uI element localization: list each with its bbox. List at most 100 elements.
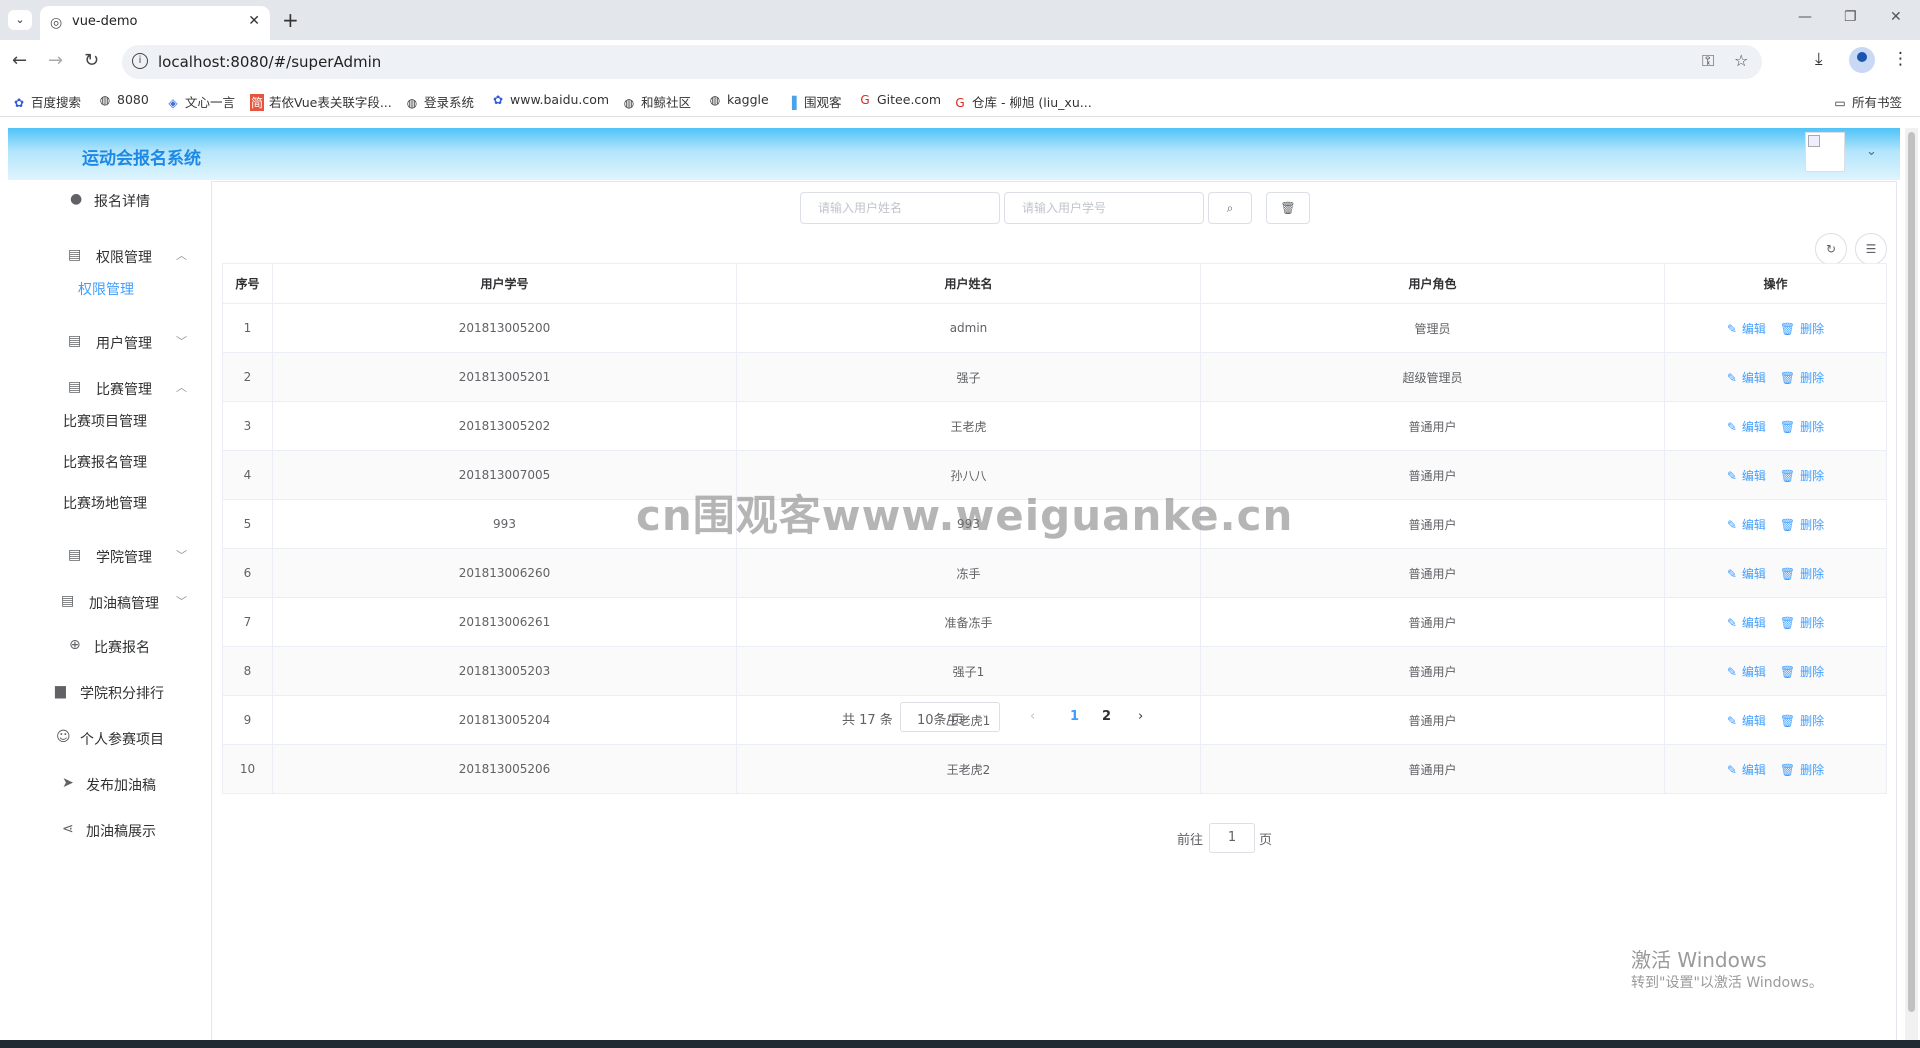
edit-button[interactable]: ✎ 编辑 xyxy=(1727,420,1766,434)
name-search-field[interactable] xyxy=(800,192,1000,224)
bookmark-item[interactable]: ✿ www.baidu.com xyxy=(491,92,609,107)
cell-index: 7 xyxy=(222,597,273,647)
minimize-icon[interactable]: — xyxy=(1798,9,1812,25)
chevron-up-icon: ︿ xyxy=(176,381,187,394)
delete-button[interactable]: 🗑 删除 xyxy=(1780,322,1824,336)
sidebar-item-my-events[interactable]: ☺ 个人参赛项目 xyxy=(8,718,208,758)
bookmark-item[interactable]: G Gitee.com xyxy=(858,92,941,107)
edit-button[interactable]: ✎ 编辑 xyxy=(1727,371,1766,385)
delete-button[interactable]: 🗑 删除 xyxy=(1780,371,1824,385)
page-scrollbar[interactable] xyxy=(1905,128,1918,1040)
cell-user-role: 超级管理员 xyxy=(1200,352,1665,402)
id-search-field[interactable] xyxy=(1004,192,1204,224)
trash-icon: 🗑 xyxy=(1779,517,1796,532)
refresh-button[interactable]: ↻ xyxy=(1815,233,1847,265)
bookmark-item[interactable]: ◍ kaggle xyxy=(708,92,769,107)
cell-user-role: 普通用户 xyxy=(1200,646,1665,696)
header-user-id[interactable]: 用户学号 xyxy=(272,263,737,304)
new-tab-button[interactable]: + xyxy=(282,8,299,32)
edit-button[interactable]: ✎ 编辑 xyxy=(1727,322,1766,336)
cell-index: 1 xyxy=(222,303,273,353)
reload-icon[interactable]: ↻ xyxy=(84,50,99,71)
bookmark-item[interactable]: ◈ 文心一言 xyxy=(166,92,235,111)
bookmark-item[interactable]: G 仓库 - 柳旭 (liu_xu... xyxy=(953,92,1091,111)
close-tab-icon[interactable]: ✕ xyxy=(248,13,260,29)
bookmark-item[interactable]: ◍ 登录系统 xyxy=(405,92,474,111)
delete-button[interactable]: 🗑 删除 xyxy=(1780,420,1824,434)
bookmark-item[interactable]: ▐ 围观客 xyxy=(785,92,841,111)
edit-button[interactable]: ✎ 编辑 xyxy=(1727,763,1766,777)
column-settings-button[interactable]: ☰ xyxy=(1855,233,1887,265)
bookmark-item[interactable]: ◍ 8080 xyxy=(98,92,149,107)
bookmark-item[interactable]: 简若依Vue表关联字段... xyxy=(250,92,392,111)
site-info-icon[interactable]: i xyxy=(132,53,148,69)
bookmark-item[interactable]: ◍ 和鲸社区 xyxy=(622,92,691,111)
edit-button[interactable]: ✎ 编辑 xyxy=(1727,518,1766,532)
sidebar-item-ranking[interactable]: ▆ 学院积分排行 xyxy=(8,672,208,712)
password-key-icon[interactable]: ⚿ xyxy=(1702,51,1714,71)
sidebar-item-post-cheer[interactable]: ➤ 发布加油稿 xyxy=(8,764,208,804)
sidebar-item-competitions[interactable]: ▤ 比赛管理 ︿ xyxy=(8,368,208,408)
edit-button[interactable]: ✎ 编辑 xyxy=(1727,665,1766,679)
all-bookmarks[interactable]: ▭ 所有书签 xyxy=(1833,92,1902,111)
trash-icon: 🗑 xyxy=(1779,664,1796,679)
profile-avatar[interactable] xyxy=(1849,47,1875,73)
clear-button[interactable]: 🗑 xyxy=(1266,192,1310,224)
bookmark-item[interactable]: ✿ 百度搜索 xyxy=(12,92,81,111)
goto-page-input[interactable]: 1 xyxy=(1209,823,1255,853)
delete-button[interactable]: 🗑 删除 xyxy=(1780,469,1824,483)
sidebar-sub-events[interactable]: 比赛项目管理 xyxy=(63,411,147,431)
cell-index: 10 xyxy=(222,744,273,794)
sidebar-item-cheer-show[interactable]: ⋖ 加油稿展示 xyxy=(8,810,208,850)
page-number[interactable]: 1 xyxy=(1070,709,1079,724)
clipboard-icon: ▤ xyxy=(68,333,82,349)
goto-label: 前往 xyxy=(1177,833,1204,848)
sidebar-item-signup[interactable]: ⊕ 比赛报名 xyxy=(8,626,208,666)
cell-index: 3 xyxy=(222,401,273,451)
sidebar-item-signup-details[interactable]: ● 报名详情 xyxy=(8,180,208,220)
edit-button[interactable]: ✎ 编辑 xyxy=(1727,567,1766,581)
header-user-role[interactable]: 用户角色 xyxy=(1200,263,1665,304)
download-icon[interactable]: ⤓ xyxy=(1815,49,1823,69)
forward-icon[interactable]: → xyxy=(48,50,63,71)
header-index[interactable]: 序号 xyxy=(222,263,273,304)
back-icon[interactable]: ← xyxy=(12,50,27,71)
star-icon[interactable]: ☆ xyxy=(1734,51,1748,70)
edit-button[interactable]: ✎ 编辑 xyxy=(1727,469,1766,483)
delete-button[interactable]: 🗑 删除 xyxy=(1780,518,1824,532)
cell-user-name: 王老虎 xyxy=(736,401,1201,451)
bar-chart-icon: ▆ xyxy=(55,683,66,699)
delete-button[interactable]: 🗑 删除 xyxy=(1780,616,1824,630)
sidebar-sub-registrations[interactable]: 比赛报名管理 xyxy=(63,452,147,472)
id-search-input[interactable] xyxy=(1020,193,1194,223)
cell-actions: ✎ 编辑 🗑 删除 xyxy=(1664,646,1887,696)
delete-button[interactable]: 🗑 删除 xyxy=(1780,763,1824,777)
delete-button[interactable]: 🗑 删除 xyxy=(1780,665,1824,679)
chevron-down-icon[interactable]: ⌄ xyxy=(1866,144,1877,159)
name-search-input[interactable] xyxy=(816,193,990,223)
sidebar-sub-permission[interactable]: 权限管理 xyxy=(78,279,134,299)
page-number[interactable]: 2 xyxy=(1102,709,1111,724)
browser-tab[interactable]: ◎ vue-demo ✕ xyxy=(40,6,270,40)
next-page-icon[interactable]: › xyxy=(1138,709,1143,724)
restore-icon[interactable]: ❐ xyxy=(1844,9,1857,25)
more-menu-icon[interactable]: ⋮ xyxy=(1892,49,1909,69)
header-user-name[interactable]: 用户姓名 xyxy=(736,263,1201,304)
sidebar-sub-venues[interactable]: 比赛场地管理 xyxy=(63,493,147,513)
sidebar-item-permission[interactable]: ▤ 权限管理 ︿ xyxy=(8,236,208,276)
search-button[interactable]: ⌕ xyxy=(1208,192,1252,224)
edit-button[interactable]: ✎ 编辑 xyxy=(1727,616,1766,630)
window-close-icon[interactable]: ✕ xyxy=(1890,9,1902,25)
sidebar-item-users[interactable]: ▤ 用户管理 ﹀ xyxy=(8,322,208,362)
page-size-select[interactable]: 10条/页 ⌄ xyxy=(900,702,1000,732)
delete-button[interactable]: 🗑 删除 xyxy=(1780,567,1824,581)
address-bar[interactable]: i localhost:8080/#/superAdmin ☆ ⚿ xyxy=(122,45,1762,79)
prev-page-icon[interactable]: ‹ xyxy=(1030,709,1035,724)
cell-user-name: 王老虎2 xyxy=(736,744,1201,794)
cell-actions: ✎ 编辑 🗑 删除 xyxy=(1664,303,1887,353)
scrollbar-thumb[interactable] xyxy=(1908,132,1915,1012)
sidebar-item-colleges[interactable]: ▤ 学院管理 ﹀ xyxy=(8,536,208,576)
tab-search-button[interactable]: ⌄ xyxy=(8,10,32,30)
sidebar-item-cheer-manage[interactable]: ▤ 加油稿管理 ﹀ xyxy=(8,582,208,622)
user-avatar-image[interactable] xyxy=(1805,132,1845,172)
